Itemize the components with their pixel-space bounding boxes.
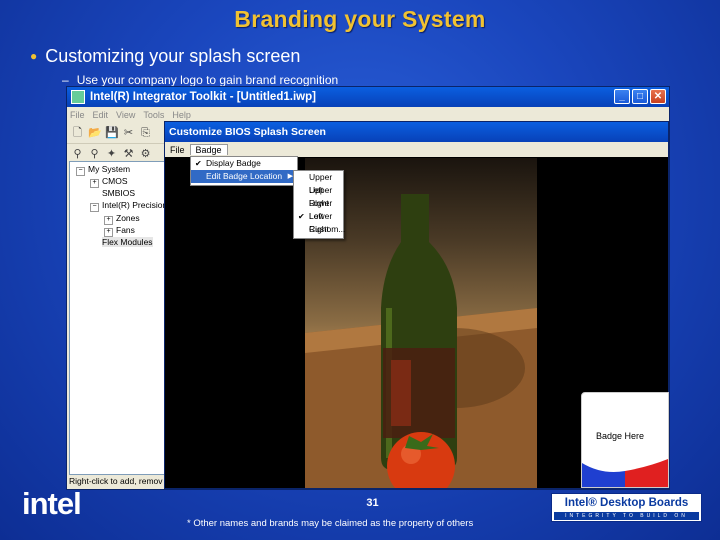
menu-item-edit-badge-location[interactable]: Edit Badge Location ▶ <box>191 170 297 183</box>
copy-icon[interactable]: ⎘ <box>139 127 152 140</box>
menu-edit[interactable]: Edit <box>93 110 109 120</box>
slide-title: Branding your System <box>234 6 486 32</box>
minimize-button[interactable]: _ <box>614 89 630 104</box>
app-titlebar[interactable]: Intel(R) Integrator Toolkit - [Untitled1… <box>67 87 669 107</box>
expand-icon[interactable]: + <box>104 228 113 237</box>
new-file-icon[interactable]: 🗋 <box>71 127 84 140</box>
wand-icon[interactable]: ✦ <box>105 148 118 161</box>
tree-item-fans[interactable]: + Fans <box>104 225 135 237</box>
menu-item-lower-right[interactable]: ✔ Lower Right <box>294 210 343 234</box>
collapse-icon[interactable]: − <box>76 167 85 176</box>
menu-view[interactable]: View <box>116 110 135 120</box>
splash-menu-file[interactable]: File <box>165 145 190 155</box>
tree-item-flex-modules[interactable]: Flex Modules <box>102 237 153 247</box>
badge-dropdown-menu: ✔ Display Badge Edit Badge Location ▶ <box>190 156 298 186</box>
menu-item-upper-left[interactable]: Upper Left <box>294 171 343 195</box>
expand-icon[interactable]: + <box>90 179 99 188</box>
tree-item-cmos[interactable]: + CMOS <box>90 176 128 188</box>
build-icon[interactable]: ⚙ <box>139 148 152 161</box>
splash-menu-badge[interactable]: Badge <box>189 144 228 155</box>
splash-menubar: File Badge <box>165 142 668 157</box>
idb-logo-title: Intel® Desktop Boards <box>564 497 689 509</box>
app-icon <box>71 90 85 104</box>
save-icon[interactable]: 💾 <box>105 127 119 140</box>
menu-help[interactable]: Help <box>172 110 191 120</box>
menu-item-custom[interactable]: Custom... <box>294 223 345 236</box>
collapse-icon[interactable]: − <box>90 203 99 212</box>
menu-item-display-badge[interactable]: ✔ Display Badge <box>191 157 297 170</box>
badge-swoosh-icon <box>582 459 668 487</box>
menu-file[interactable]: File <box>70 110 85 120</box>
badge-preview[interactable]: Badge Here <box>581 392 669 488</box>
bullet-dot-icon: ● <box>30 49 38 63</box>
splash-dialog-title[interactable]: Customize BIOS Splash Screen <box>165 122 668 142</box>
close-button[interactable]: ✕ <box>650 89 666 104</box>
intel-desktop-boards-logo: Intel® Desktop Boards INTEGRITY TO BUILD… <box>551 493 702 522</box>
expand-icon[interactable]: + <box>104 216 113 225</box>
maximize-button[interactable]: □ <box>632 89 648 104</box>
dash-icon: – <box>62 73 69 87</box>
app-title: Intel(R) Integrator Toolkit - [Untitled1… <box>90 91 316 103</box>
checkmark-icon: ✔ <box>298 212 305 221</box>
menu-item-lower-left[interactable]: Lower Left <box>294 197 343 221</box>
menu-tools[interactable]: Tools <box>143 110 164 120</box>
lock-icon[interactable]: ⚲ <box>71 148 84 161</box>
sub-bullet: – Use your company logo to gain brand rec… <box>62 73 338 87</box>
tree-item-precision[interactable]: − Intel(R) Precision <box>90 200 165 212</box>
sub-bullet-text: Use your company logo to gain brand reco… <box>76 73 339 87</box>
open-folder-icon[interactable]: 📂 <box>88 127 102 140</box>
bullet-text: Customizing your splash screen <box>45 46 301 66</box>
idb-logo-tagline: INTEGRITY TO BUILD ON <box>554 512 699 520</box>
menu-item-upper-right[interactable]: Upper Right <box>294 184 343 208</box>
unlock-icon[interactable]: ⚲ <box>88 148 101 161</box>
badge-label: Badge Here <box>596 431 645 441</box>
status-bar: Right-click to add, remov <box>69 476 163 486</box>
tree-item-zones[interactable]: + Zones <box>104 213 140 225</box>
tree-item-my-system[interactable]: − My System <box>76 164 130 176</box>
tool-icon[interactable]: ⚒ <box>122 148 135 161</box>
badge-location-submenu: Upper Left Upper Right Lower Left ✔ Lower… <box>293 170 345 239</box>
tree-view: − My System + CMOS SMBIOS − Intel(R) Precis… <box>69 161 166 475</box>
cut-icon[interactable]: ✂ <box>122 127 135 140</box>
tree-item-smbios[interactable]: SMBIOS <box>102 188 135 198</box>
bullet-point: ● Customizing your splash screen <box>30 46 300 67</box>
checkmark-icon: ✔ <box>195 159 202 168</box>
footnote: * Other names and brands may be claimed … <box>187 518 474 529</box>
